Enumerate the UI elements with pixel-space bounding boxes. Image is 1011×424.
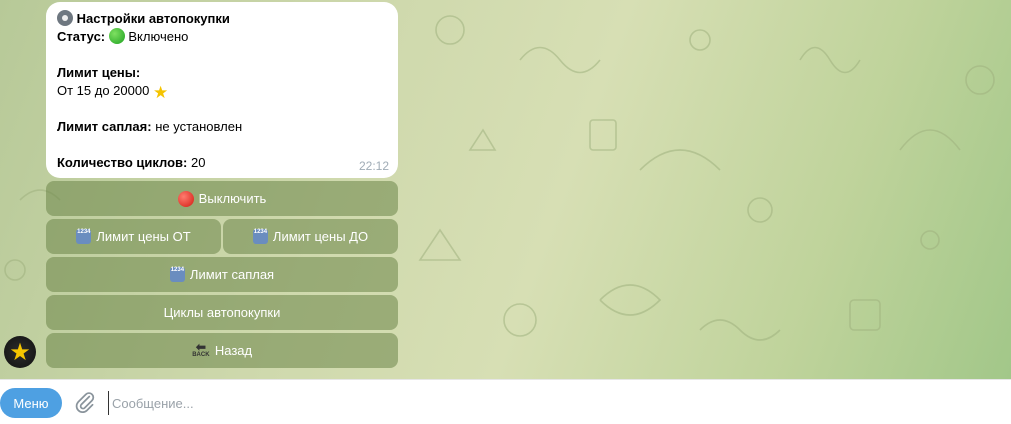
menu-button-label: Меню bbox=[13, 395, 49, 411]
status-label: Статус: bbox=[57, 29, 106, 44]
disable-button[interactable]: Выключить bbox=[46, 181, 398, 216]
saplay-limit-label: Лимит саплая: bbox=[57, 119, 152, 134]
price-to-button[interactable]: 1234 Лимит цены ДО bbox=[223, 219, 398, 254]
paperclip-icon[interactable] bbox=[72, 390, 98, 416]
numbers-icon: 1234 bbox=[169, 267, 185, 282]
gear-icon bbox=[57, 10, 73, 26]
back-button[interactable]: ⬅ BACK Назад bbox=[46, 333, 398, 368]
numbers-icon: 1234 bbox=[252, 229, 268, 244]
cycles-value: 20 bbox=[191, 155, 206, 170]
message-time: 22:12 bbox=[358, 159, 389, 173]
message-input[interactable] bbox=[108, 391, 994, 415]
back-arrow-icon: ⬅ BACK bbox=[192, 339, 210, 358]
star-icon: ★ bbox=[152, 83, 169, 102]
status-value: Включено bbox=[128, 29, 189, 44]
cycles-button-label: Циклы автопокупки bbox=[163, 305, 281, 320]
back-button-label: Назад bbox=[214, 343, 253, 358]
menu-button[interactable]: Меню bbox=[0, 388, 62, 418]
settings-message-bubble: Настройки автопокупки Статус: Включено Л… bbox=[46, 2, 398, 178]
price-to-button-label: Лимит цены ДО bbox=[272, 229, 369, 244]
message-title: Настройки автопокупки bbox=[76, 11, 230, 26]
green-circle-icon bbox=[108, 28, 125, 44]
numbers-icon: 1234 bbox=[76, 229, 92, 244]
saplay-limit-value: не установлен bbox=[155, 119, 243, 134]
price-from-button-label: Лимит цены ОТ bbox=[96, 229, 191, 244]
disable-button-label: Выключить bbox=[198, 191, 267, 206]
saplay-limit-button-label: Лимит саплая bbox=[189, 267, 275, 282]
price-limit-label: Лимит цены: bbox=[57, 65, 141, 80]
red-circle-icon bbox=[177, 190, 194, 207]
saplay-limit-button[interactable]: 1234 Лимит саплая bbox=[46, 257, 398, 292]
cycles-button[interactable]: Циклы автопокупки bbox=[46, 295, 398, 330]
price-from-button[interactable]: 1234 Лимит цены ОТ bbox=[46, 219, 221, 254]
back-arrow-caption: BACK bbox=[192, 351, 210, 358]
message-composer: Меню bbox=[0, 379, 1011, 424]
price-limit-value: От 15 до 20000 bbox=[57, 83, 150, 98]
cycles-label: Количество циклов: bbox=[57, 155, 188, 170]
star-icon: ★ bbox=[9, 338, 31, 366]
bot-avatar[interactable]: ★ bbox=[4, 336, 36, 368]
